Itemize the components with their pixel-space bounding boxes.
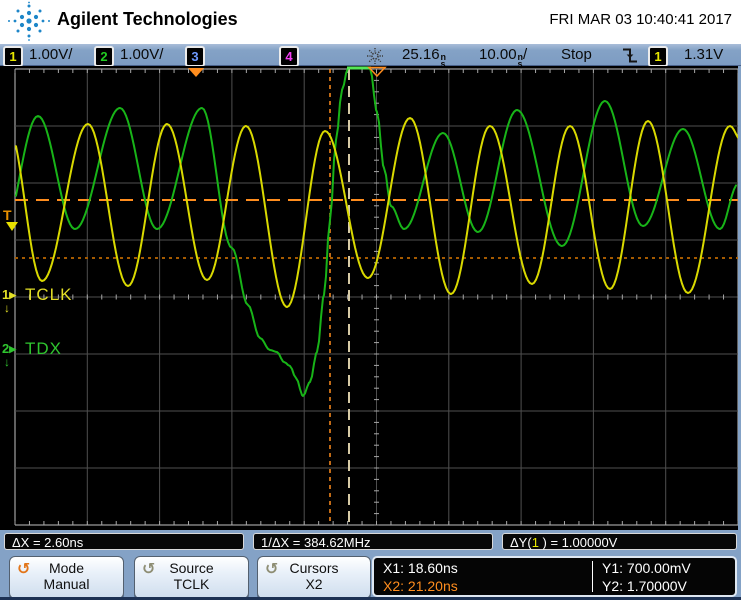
channel4-badge: 4 (279, 46, 299, 67)
trigger-level-readout: 1.31V (684, 46, 724, 63)
channel1-wave-label: TCLK (25, 285, 73, 304)
acquisition-status: Stop (561, 46, 592, 63)
channel1-ground-marker: 1▶ (2, 287, 17, 302)
channel2-scale: 1.00V/ (120, 46, 164, 63)
y2-value: Y2: 1.70000V (602, 578, 687, 594)
softkey-value: TCLK (173, 576, 210, 592)
x-cursor-values: X1: 18.60ns X2: 21.20ns (383, 559, 458, 595)
timebase-readout: 10.00 n s / (479, 46, 528, 69)
channel3-badge: 3 (185, 46, 205, 67)
delta-y-readout: ΔY(1 ) = 1.00000V (502, 533, 737, 550)
channel2-down-arrow-icon: ↓ (4, 355, 10, 369)
delay-readout: 25.16 n s (402, 46, 447, 69)
channel2-ground-marker: 2▶ (2, 341, 17, 356)
softkey-value: Manual (43, 576, 90, 592)
source-softkey-button[interactable]: ↺ Source TCLK (134, 556, 249, 599)
header-bar: Agilent Technologies FRI MAR 03 10:40:41… (0, 0, 741, 44)
trigger-level-marker: T (3, 207, 12, 223)
y-cursor-values: Y1: 700.00mV Y2: 1.70000V (602, 559, 691, 595)
softkey-value: X2 (305, 576, 323, 592)
bottom-panel: ΔX = 2.60ns 1/ΔX = 384.62MHz ΔY(1 ) = 1.… (0, 530, 741, 600)
trigger-slope-falling-icon (623, 48, 637, 63)
x1-value: X1: 18.60ns (383, 560, 458, 576)
agilent-logo-icon (8, 1, 50, 41)
cursors-softkey-button[interactable]: ↺ Cursors X2 (257, 556, 371, 599)
channel1-down-arrow-icon: ↓ (4, 301, 10, 315)
right-arrow-icon: ▶ (9, 290, 17, 300)
datetime-readout: FRI MAR 03 10:40:41 2017 (549, 11, 732, 28)
trigger-level-arrow-icon (6, 222, 18, 231)
oscilloscope-screen: { "header": {"brand": "Agilent Technolog… (0, 0, 741, 600)
brightness-icon (367, 48, 383, 64)
readout-divider (592, 561, 593, 592)
cursor-values-box: X1: 18.60ns X2: 21.20ns Y1: 700.00mV Y2:… (372, 556, 737, 597)
delta-x-readout: ΔX = 2.60ns (4, 533, 244, 550)
trigger-source-badge: 1 (648, 46, 668, 67)
channel2-badge: 2 (94, 46, 114, 67)
brand-title: Agilent Technologies (57, 9, 238, 29)
mode-softkey-button[interactable]: ↺ Mode Manual (9, 556, 124, 599)
channel1-scale: 1.00V/ (29, 46, 73, 63)
channel2-wave-label: TDX (25, 339, 62, 358)
waveform-display: T 1▶ ↓ TCLK 2▶ ↓ TDX (0, 66, 741, 530)
inverse-delta-x-readout: 1/ΔX = 384.62MHz (253, 533, 493, 550)
knob-icon: ↺ (265, 559, 279, 578)
knob-icon: ↺ (17, 559, 31, 578)
knob-icon: ↺ (142, 559, 156, 578)
trigger-time-marker-icon (188, 68, 204, 77)
scope-graticule-and-traces (14, 66, 739, 526)
status-bar: 1 1.00V/ 2 1.00V/ 3 4 25.16 n s 10.00 n s / S… (0, 44, 741, 69)
y1-value: Y1: 700.00mV (602, 560, 691, 576)
right-arrow-icon: ▶ (9, 344, 17, 354)
channel1-badge: 1 (3, 46, 23, 67)
x2-value: X2: 21.20ns (383, 578, 458, 594)
